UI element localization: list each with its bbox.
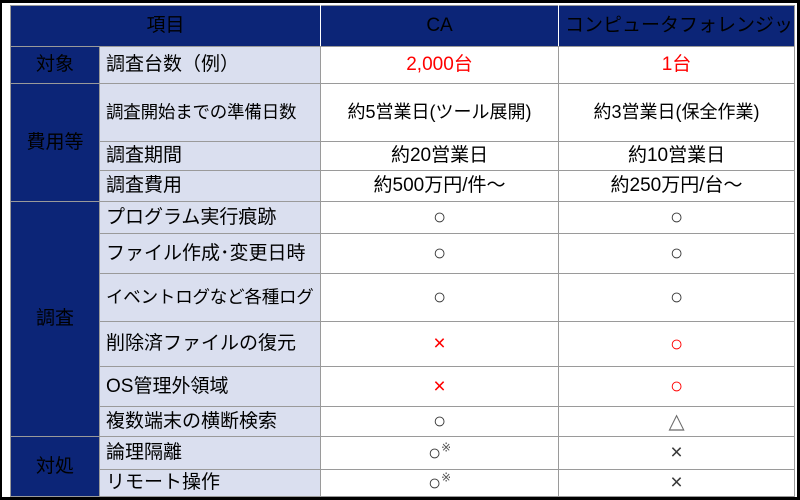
circle-mark: ○ [427, 439, 442, 465]
table-row: イベントログなど各種ログ ○ ○ [11, 273, 796, 322]
cell-ca-mark: ○ [320, 201, 560, 234]
cell-forensic-mark: ○ [558, 201, 796, 234]
cell-forensic-mark: × [558, 469, 796, 497]
cell-ca-mark: × [320, 366, 560, 407]
table-row: 対処 論理隔離 ○※ × [10, 436, 796, 497]
group-label-target: 対象 [10, 46, 100, 84]
row-item-label: 調査開始までの準備日数 [98, 83, 322, 142]
cell-forensic-mark: ○ [558, 321, 796, 367]
row-item-label: 論理隔離 [98, 436, 322, 470]
cell-forensic-value: 1台 [558, 46, 796, 84]
group-label-response: 対処 [10, 436, 100, 497]
cell-forensic-mark: △ [558, 406, 796, 437]
table-header-row: 項目 CA コンピュータフォレンジック [9, 5, 796, 47]
table-row: リモート操作 ○※ × [11, 469, 796, 497]
row-item-label: 複数端末の横断検索 [98, 406, 322, 437]
table-row: 調査費用 約500万円/件〜 約250万円/台〜 [11, 170, 796, 202]
row-item-label: 削除済ファイルの復元 [98, 321, 322, 367]
table-row: 削除済ファイルの復元 × ○ [11, 321, 796, 367]
table-row: 複数端末の横断検索 ○ △ [11, 406, 796, 437]
cell-forensic-mark: ○ [558, 273, 796, 322]
cell-forensic-mark: ○ [558, 233, 796, 274]
group-label-investigation: 調査 [10, 201, 100, 437]
header-item-column: 項目 [9, 5, 322, 47]
table-row: 調査期間 約20営業日 約10営業日 [11, 141, 796, 171]
cell-forensic-value: 約250万円/台〜 [558, 170, 796, 202]
row-item-label: OS管理外領域 [98, 366, 322, 407]
cell-forensic-mark: × [558, 436, 796, 470]
cell-forensic-value: 約3営業日(保全作業) [558, 83, 796, 142]
footnote-marker-icon: ※ [441, 470, 452, 485]
cell-ca-value: 約20営業日 [320, 141, 560, 171]
table-row: ファイル作成･変更日時 ○ ○ [11, 233, 796, 274]
table-row: 費用等 調査開始までの準備日数 約5営業日(ツール展開) 約3営業日(保全作業) [10, 83, 796, 202]
cell-ca-mark: ○ [320, 273, 560, 322]
row-item-label: 調査台数（例） [98, 46, 322, 84]
cell-ca-mark: × [320, 321, 560, 367]
cell-ca-mark: ○※ [320, 436, 560, 470]
comparison-table-page: 項目 CA コンピュータフォレンジック 対象 調査台数（例） 2,000台 1台… [0, 0, 800, 500]
cell-ca-value: 約500万円/件〜 [320, 170, 560, 202]
row-item-label: リモート操作 [98, 469, 322, 497]
cell-forensic-mark: ○ [558, 366, 796, 407]
cell-ca-value: 2,000台 [320, 46, 560, 84]
cell-ca-value: 約5営業日(ツール展開) [320, 83, 560, 142]
table-row: 対象 調査台数（例） 2,000台 1台 [10, 46, 796, 84]
cell-forensic-value: 約10営業日 [558, 141, 796, 171]
row-item-label: 調査期間 [98, 141, 322, 171]
footnote-marker-icon: ※ [441, 440, 452, 455]
row-item-label: 調査費用 [98, 170, 322, 202]
cell-ca-mark: ○※ [320, 469, 560, 497]
cell-ca-mark: ○ [320, 233, 560, 274]
header-ca-column: CA [320, 5, 560, 47]
table-row: 調査 プログラム実行痕跡 ○ ○ [10, 201, 796, 437]
table-row: OS管理外領域 × ○ [11, 366, 796, 407]
cell-ca-mark: ○ [320, 406, 560, 437]
row-item-label: プログラム実行痕跡 [98, 201, 322, 234]
circle-mark: ○ [427, 469, 442, 495]
row-item-label: ファイル作成･変更日時 [98, 233, 322, 274]
header-forensic-column: コンピュータフォレンジック [558, 5, 796, 47]
row-item-label: イベントログなど各種ログ [98, 273, 322, 322]
comparison-table: 項目 CA コンピュータフォレンジック 対象 調査台数（例） 2,000台 1台… [9, 5, 796, 497]
group-label-cost: 費用等 [10, 83, 100, 202]
